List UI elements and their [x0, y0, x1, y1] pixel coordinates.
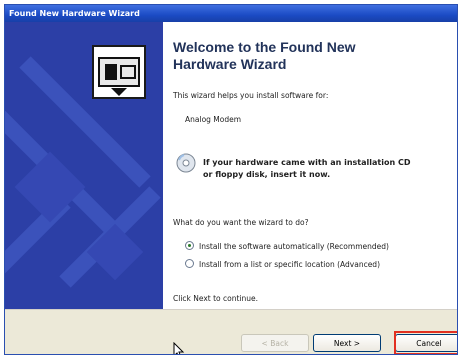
- radio-button[interactable]: [185, 259, 194, 268]
- hardware-wizard-icon: [92, 45, 146, 99]
- cd-icon: [176, 153, 196, 173]
- wizard-content: Welcome to the Found New Hardware Wizard…: [163, 22, 457, 309]
- option-install-from-list[interactable]: Install from a list or specific location…: [185, 259, 380, 269]
- next-button[interactable]: Next >: [313, 334, 381, 352]
- cancel-highlight-box: [394, 331, 457, 354]
- continue-text: Click Next to continue.: [173, 294, 259, 303]
- page-title: Welcome to the Found New Hardware Wizard: [173, 39, 356, 72]
- intro-text: This wizard helps you install software f…: [173, 91, 329, 100]
- cd-notice: If your hardware came with an installati…: [203, 158, 411, 179]
- device-name: Analog Modem: [185, 115, 242, 124]
- button-bar: < Back Next > Cancel: [5, 309, 457, 354]
- question-text: What do you want the wizard to do?: [173, 218, 309, 227]
- wizard-side-panel: [5, 22, 163, 309]
- option-label: Install from a list or specific location…: [199, 260, 380, 269]
- option-label: Install the software automatically (Reco…: [199, 242, 389, 251]
- mouse-cursor-icon: [173, 342, 185, 354]
- option-install-automatically[interactable]: Install the software automatically (Reco…: [185, 241, 389, 251]
- back-button[interactable]: < Back: [241, 334, 309, 352]
- window-title: Found New Hardware Wizard: [5, 5, 457, 22]
- radio-button-selected[interactable]: [185, 241, 194, 250]
- wizard-window: Found New Hardware Wizard Welcome to the…: [4, 4, 458, 355]
